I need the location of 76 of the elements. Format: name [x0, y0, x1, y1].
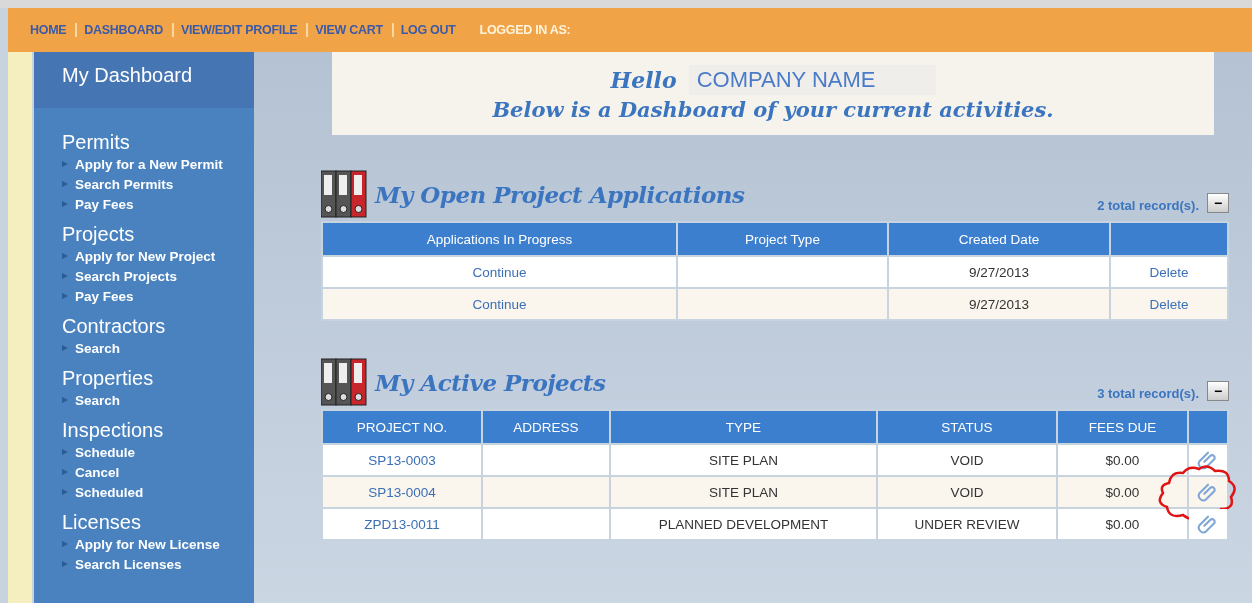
- sidebar-link[interactable]: Scheduled: [75, 484, 144, 500]
- logged-in-label: LOGGED IN AS:: [479, 23, 571, 37]
- bullet-icon: [62, 345, 68, 351]
- section-title: My Active Projects: [375, 368, 606, 396]
- greeting-message: Below is a Dashboard of your current activities.: [492, 97, 1054, 122]
- bullet-icon: [62, 397, 68, 403]
- sidebar-link[interactable]: Pay Fees: [75, 196, 134, 212]
- bullet-icon: [62, 293, 68, 299]
- record-count: 3 total record(s).: [1097, 385, 1199, 401]
- table-link[interactable]: Delete: [1149, 296, 1189, 312]
- collapse-button[interactable]: −: [1207, 381, 1229, 401]
- sidebar-heading: Inspections: [62, 418, 165, 442]
- binders-icon: [321, 169, 367, 219]
- nav-link[interactable]: DASHBOARD: [84, 23, 163, 37]
- sidebar-heading: Licenses: [62, 510, 142, 534]
- table-cell: PLANNED DEVELOPMENT: [658, 516, 829, 532]
- column-header: TYPE: [610, 410, 877, 444]
- company-name: COMPANY NAME: [688, 65, 936, 95]
- table-cell: $0.00: [1105, 484, 1140, 500]
- sidebar-heading: Projects: [62, 222, 136, 246]
- collapse-button[interactable]: −: [1207, 193, 1229, 213]
- bullet-icon: [62, 201, 68, 207]
- sidebar-link[interactable]: Search: [75, 340, 121, 356]
- sidebar-link[interactable]: Search: [75, 392, 121, 408]
- bullet-icon: [62, 541, 68, 547]
- sidebar-heading: Permits: [62, 130, 131, 154]
- binders-icon: [321, 357, 367, 407]
- table-cell: $0.00: [1105, 516, 1140, 532]
- column-header: Applications In Progress: [322, 222, 677, 256]
- column-header: FEES DUE: [1057, 410, 1188, 444]
- column-header: Project Type: [677, 222, 888, 256]
- sidebar-heading: Contractors: [62, 314, 167, 338]
- sidebar-link[interactable]: Search Licenses: [75, 556, 182, 572]
- bullet-icon: [62, 181, 68, 187]
- table-cell: $0.00: [1105, 452, 1140, 468]
- paperclip-icon[interactable]: [1197, 481, 1219, 503]
- sidebar-link[interactable]: Apply for New License: [75, 536, 220, 552]
- bullet-icon: [62, 469, 68, 475]
- table-link[interactable]: Delete: [1149, 264, 1189, 280]
- sidebar-link[interactable]: Apply for a New Permit: [75, 156, 223, 172]
- column-header: STATUS: [877, 410, 1057, 444]
- table-cell: SITE PLAN: [709, 452, 778, 468]
- sidebar-link[interactable]: Apply for New Project: [75, 248, 216, 264]
- table-cell: VOID: [950, 484, 984, 500]
- bullet-icon: [62, 273, 68, 279]
- column-header: PROJECT NO.: [322, 410, 482, 444]
- sidebar-link[interactable]: Search Projects: [75, 268, 178, 284]
- sidebar-title: My Dashboard: [34, 52, 254, 108]
- bullet-icon: [62, 489, 68, 495]
- record-count: 2 total record(s).: [1097, 197, 1199, 213]
- nav-link[interactable]: VIEW/EDIT PROFILE: [180, 23, 298, 37]
- nav-link[interactable]: LOG OUT: [400, 23, 456, 37]
- sidebar-link[interactable]: Search Permits: [75, 176, 174, 192]
- table-link[interactable]: Continue: [472, 296, 527, 312]
- section-title: My Open Project Applications: [375, 180, 745, 208]
- greeting-hello: Hello: [610, 67, 677, 93]
- bullet-icon: [62, 253, 68, 259]
- table-cell: 9/27/2013: [968, 264, 1030, 280]
- table-cell: 9/27/2013: [968, 296, 1030, 312]
- sidebar-heading: Properties: [62, 366, 155, 390]
- sidebar-link[interactable]: Schedule: [75, 444, 136, 460]
- table-cell: VOID: [950, 452, 984, 468]
- table-link[interactable]: Continue: [472, 264, 527, 280]
- table-cell: SITE PLAN: [709, 484, 778, 500]
- nav-link[interactable]: HOME: [30, 23, 67, 37]
- bullet-icon: [62, 449, 68, 455]
- bullet-icon: [62, 161, 68, 167]
- column-header: ADDRESS: [482, 410, 610, 444]
- column-header: Created Date: [888, 222, 1110, 256]
- sidebar-link[interactable]: Cancel: [75, 464, 120, 480]
- sidebar-link[interactable]: Pay Fees: [75, 288, 134, 304]
- bullet-icon: [62, 561, 68, 567]
- nav-link[interactable]: VIEW CART: [315, 23, 383, 37]
- paperclip-icon[interactable]: [1197, 449, 1219, 471]
- paperclip-icon[interactable]: [1197, 513, 1219, 535]
- table-cell: UNDER REVIEW: [914, 516, 1020, 532]
